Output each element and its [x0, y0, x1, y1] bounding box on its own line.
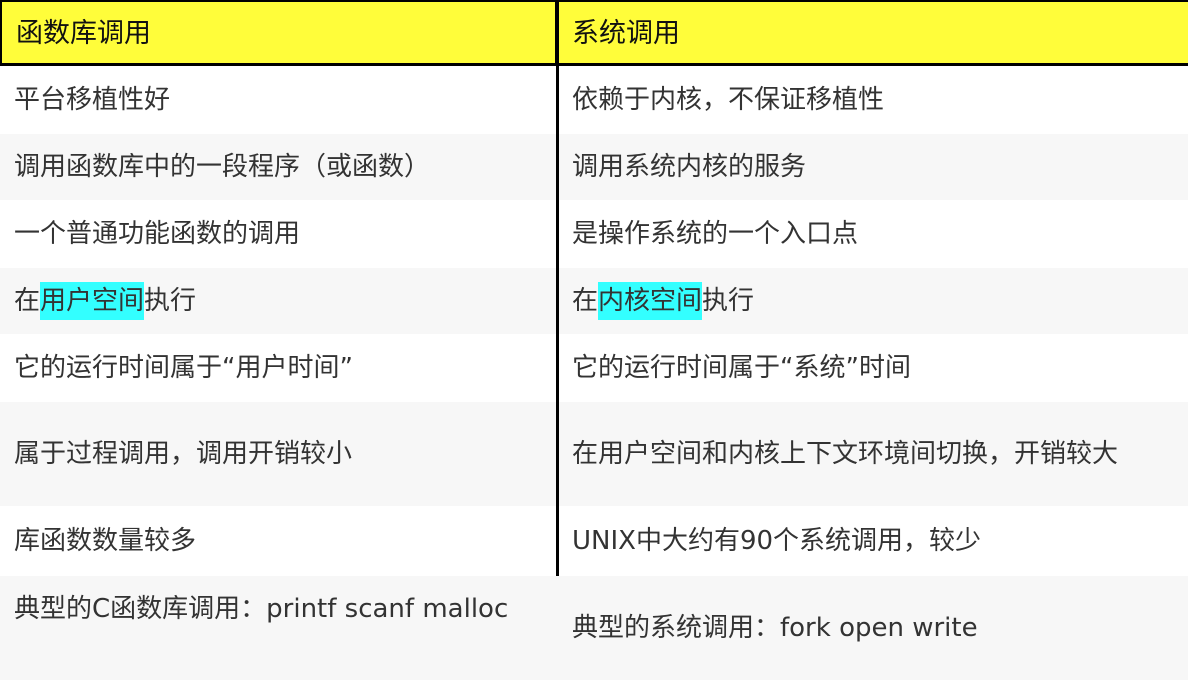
text: 在: [14, 286, 41, 316]
header-system-call: 系统调用: [558, 0, 1188, 66]
cell-system: UNIX中大约有90个系统调用，较少: [572, 526, 982, 556]
comparison-table: 函数库调用 系统调用 平台移植性好 依赖于内核，不保证移植性 调用函数库中的一段…: [0, 0, 1188, 682]
text: 在: [572, 286, 599, 316]
table-row: 库函数数量较多 UNIX中大约有90个系统调用，较少: [0, 506, 1188, 576]
table-header: 函数库调用 系统调用: [0, 0, 1188, 66]
cell-library: 在用户空间 执行: [0, 268, 558, 334]
cell-library: 平台移植性好: [14, 85, 171, 115]
cell-library: 一个普通功能函数的调用: [14, 219, 301, 249]
table-row: 一个普通功能函数的调用 是操作系统的一个入口点: [0, 200, 1188, 268]
highlighted-text: 内核空间: [598, 282, 703, 320]
cell-system: 在内核空间 执行: [558, 268, 1188, 334]
cell-library: 它的运行时间属于“用户时间”: [14, 353, 353, 383]
cell-system: 它的运行时间属于“系统”时间: [572, 353, 911, 383]
cell-library: 属于过程调用，调用开销较小: [14, 439, 353, 469]
cell-system: 典型的系统调用：fork open write: [572, 613, 978, 643]
table-row: 典型的C函数库调用：printf scanf malloc 典型的系统调用：fo…: [0, 576, 1188, 680]
cell-system: 是操作系统的一个入口点: [572, 219, 859, 249]
table-row: 在用户空间 执行 在内核空间 执行: [0, 268, 1188, 334]
table-row: 调用函数库中的一段程序（或函数） 调用系统内核的服务: [0, 134, 1188, 200]
cell-library: 典型的C函数库调用：printf scanf malloc: [14, 594, 509, 624]
text: 执行: [702, 286, 755, 316]
cell-system: 依赖于内核，不保证移植性: [572, 85, 885, 115]
column-divider: [556, 0, 559, 576]
table-row: 它的运行时间属于“用户时间” 它的运行时间属于“系统”时间: [0, 334, 1188, 402]
table-row: 平台移植性好 依赖于内核，不保证移植性: [0, 66, 1188, 134]
table-row: 属于过程调用，调用开销较小 在用户空间和内核上下文环境间切换，开销较大: [0, 402, 1188, 506]
cell-library: 库函数数量较多: [14, 526, 197, 556]
highlighted-text: 用户空间: [40, 282, 145, 320]
header-library-call: 函数库调用: [0, 0, 558, 66]
cell-system: 在用户空间和内核上下文环境间切换，开销较大: [572, 439, 1119, 469]
text: 执行: [144, 286, 197, 316]
cell-library: 调用函数库中的一段程序（或函数）: [14, 152, 431, 182]
cell-system: 调用系统内核的服务: [572, 152, 807, 182]
